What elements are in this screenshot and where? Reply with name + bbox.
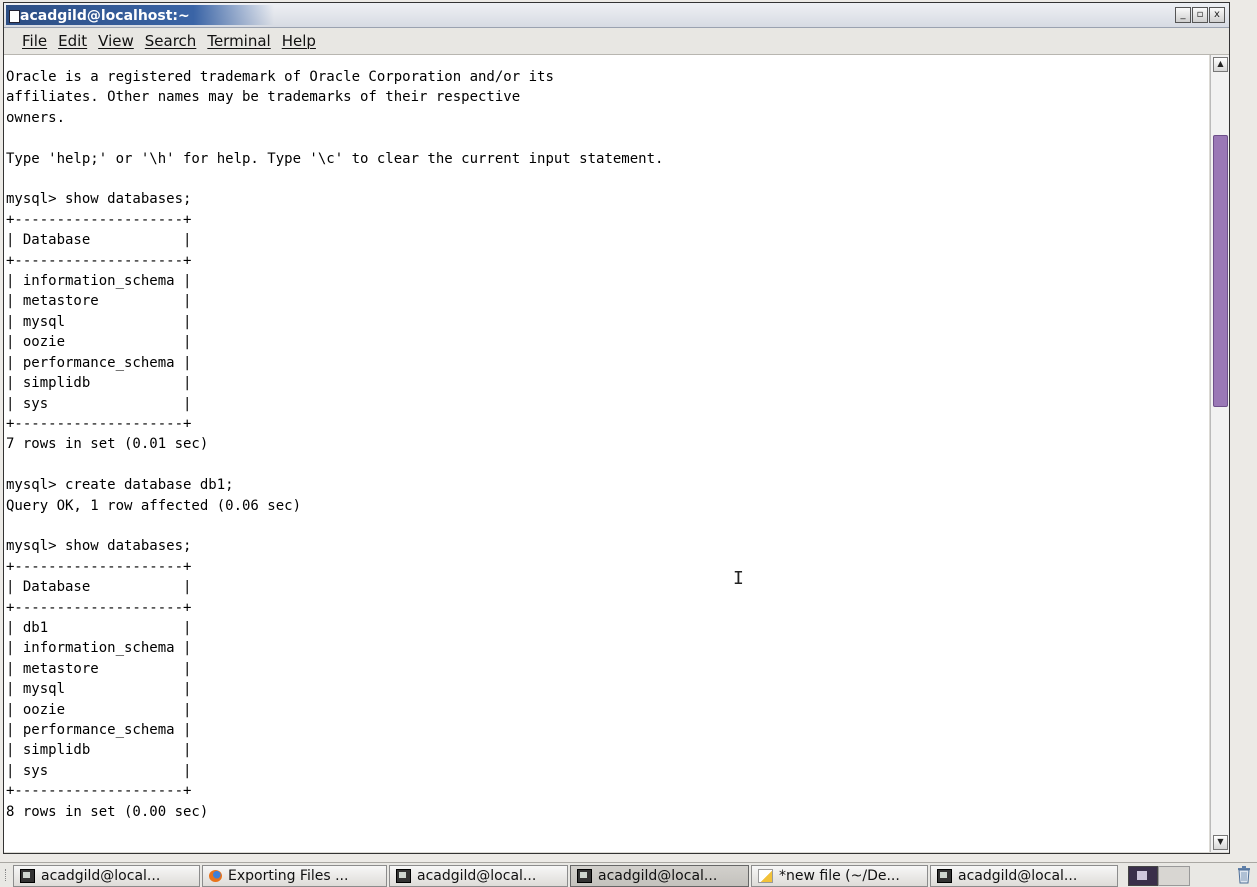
workspace-1-icon[interactable]	[1128, 866, 1158, 886]
firefox-icon	[209, 870, 222, 882]
scroll-down-arrow-icon[interactable]: ▼	[1213, 835, 1228, 850]
terminal-icon	[396, 869, 411, 883]
trash-icon[interactable]	[1236, 865, 1252, 884]
title-bar[interactable]: acadgild@localhost:~ _ ▫ x	[4, 3, 1229, 28]
taskbar-button-terminal-1[interactable]: acadgild@local...	[13, 865, 200, 887]
taskbar-button-terminal-2[interactable]: acadgild@local...	[389, 865, 568, 887]
menu-help[interactable]: Help	[282, 32, 316, 50]
taskbar-button-terminal-3[interactable]: acadgild@local...	[930, 865, 1118, 887]
vertical-scrollbar[interactable]: ▲ ▼	[1210, 55, 1229, 852]
taskbar-button-label: acadgild@local...	[41, 868, 161, 884]
taskbar: acadgild@local... Exporting Files ... ac…	[0, 862, 1257, 887]
menu-terminal[interactable]: Terminal	[207, 32, 270, 50]
taskbar-button-label: acadgild@local...	[958, 868, 1078, 884]
close-button[interactable]: x	[1209, 7, 1225, 23]
taskbar-button-label: *new file (~/De...	[779, 868, 900, 884]
title-pill: acadgild@localhost:~	[6, 5, 274, 25]
menu-edit[interactable]: Edit	[58, 32, 87, 50]
terminal-text: Oracle is a registered trademark of Orac…	[6, 69, 664, 820]
taskbar-button-terminal-active[interactable]: acadgild@local...	[570, 865, 749, 887]
text-editor-icon	[758, 869, 773, 883]
menu-bar: File Edit View Search Terminal Help	[4, 28, 1229, 55]
text-cursor-icon: I	[733, 568, 744, 589]
taskbar-grip-icon[interactable]	[5, 869, 9, 881]
minimize-button[interactable]: _	[1175, 7, 1191, 23]
workspace-2-icon[interactable]	[1158, 866, 1190, 886]
terminal-icon	[20, 869, 35, 883]
taskbar-button-label: Exporting Files ...	[228, 868, 349, 884]
scroll-up-arrow-icon[interactable]: ▲	[1213, 57, 1228, 72]
menu-search[interactable]: Search	[145, 32, 197, 50]
taskbar-button-label: acadgild@local...	[598, 868, 718, 884]
maximize-button[interactable]: ▫	[1192, 7, 1208, 23]
window-title: acadgild@localhost:~	[20, 8, 190, 24]
terminal-icon	[937, 869, 952, 883]
window-menu-icon[interactable]	[9, 10, 20, 23]
taskbar-button-label: acadgild@local...	[417, 868, 537, 884]
terminal-window: acadgild@localhost:~ _ ▫ x File Edit Vie…	[3, 2, 1230, 854]
menu-view[interactable]: View	[98, 32, 134, 50]
taskbar-button-text-editor[interactable]: *new file (~/De...	[751, 865, 928, 887]
scrollbar-thumb[interactable]	[1213, 135, 1228, 407]
menu-file[interactable]: File	[22, 32, 47, 50]
terminal-output-area[interactable]: Oracle is a registered trademark of Orac…	[4, 55, 1209, 852]
window-controls: _ ▫ x	[1175, 7, 1225, 23]
taskbar-button-firefox[interactable]: Exporting Files ...	[202, 865, 387, 887]
terminal-icon	[577, 869, 592, 883]
